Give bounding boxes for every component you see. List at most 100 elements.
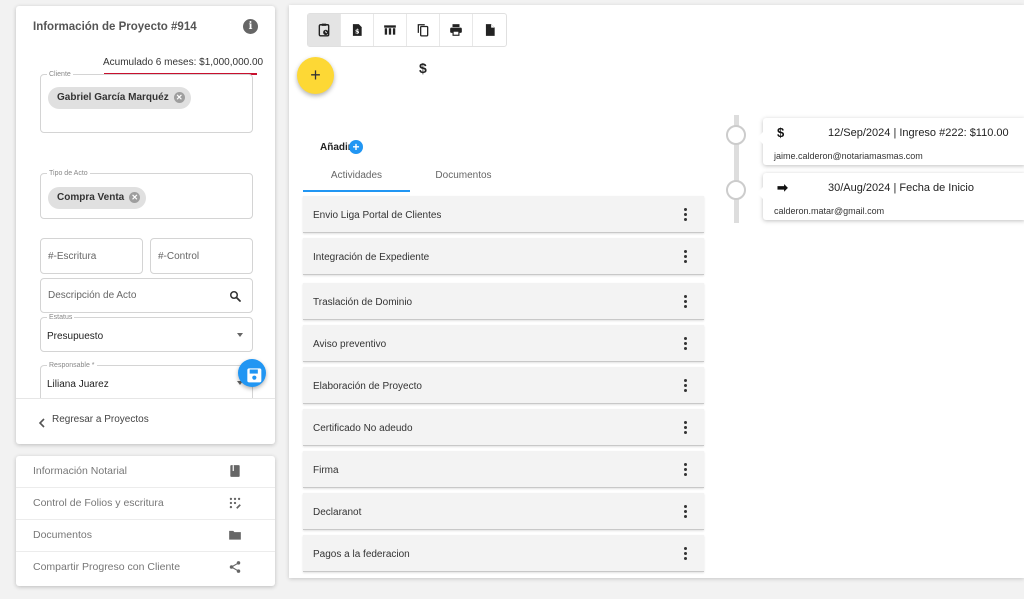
activity-label: Elaboración de Proyecto	[313, 381, 422, 392]
more-vert-icon[interactable]	[681, 295, 689, 309]
more-vert-icon[interactable]	[681, 208, 689, 222]
add-button[interactable]: +	[297, 57, 334, 94]
list-item[interactable]: Firma	[303, 451, 704, 488]
estatus-legend: Estatus	[47, 313, 75, 322]
list-item[interactable]: Aviso preventivo	[303, 325, 704, 362]
back-to-projects-link[interactable]: Regresar a Proyectos	[52, 414, 149, 425]
tab-actividades[interactable]: Actividades	[303, 165, 410, 192]
timeline-pointer	[757, 132, 763, 144]
more-vert-icon[interactable]	[681, 337, 689, 351]
more-vert-icon[interactable]	[681, 421, 689, 435]
responsable-value: Liliana Juarez	[47, 379, 109, 390]
more-vert-icon[interactable]	[681, 250, 689, 264]
activity-label: Declaranot	[313, 507, 362, 518]
toolbar-copy-button[interactable]	[407, 14, 440, 46]
add-activity-button[interactable]: +	[349, 140, 363, 154]
timeline-entry[interactable]: $ 12/Sep/2024 | Ingreso #222: $110.00 ja…	[757, 118, 1024, 165]
more-vert-icon[interactable]	[681, 547, 689, 561]
table-icon	[384, 25, 396, 35]
menu-item-label: Compartir Progreso con Cliente	[33, 561, 181, 573]
control-placeholder: #-Control	[158, 251, 200, 262]
menu-item-documentos[interactable]: Documentos	[16, 520, 275, 552]
tipo-acto-field[interactable]: Tipo de Acto Compra Venta ✕	[40, 169, 253, 219]
responsable-select[interactable]: Responsable * Liliana Juarez	[40, 361, 253, 398]
menu-item-label: Control de Folios y escritura	[33, 497, 164, 509]
dollar-icon: $	[777, 125, 785, 140]
list-item[interactable]: Envio Liga Portal de Clientes	[303, 196, 704, 233]
main-panel: $ + $ Añadir + Actividades Documentos En…	[289, 5, 1024, 578]
descripcion-placeholder: Descripción de Acto	[48, 290, 137, 301]
menu-item-compartir-progreso[interactable]: Compartir Progreso con Cliente	[16, 552, 275, 584]
timeline-dot	[726, 125, 746, 145]
tipo-acto-chip[interactable]: Compra Venta ✕	[48, 187, 147, 209]
tipo-acto-chip-label: Compra Venta	[57, 192, 125, 203]
card-divider	[16, 398, 275, 399]
descripcion-field[interactable]: Descripción de Acto	[40, 278, 253, 313]
responsable-legend: Responsable *	[47, 361, 97, 370]
folder-icon	[229, 530, 241, 540]
chip-remove-icon[interactable]: ✕	[173, 92, 185, 103]
activity-label: Aviso preventivo	[313, 339, 387, 350]
menu-item-control-folios[interactable]: Control de Folios y escritura	[16, 488, 275, 520]
cliente-chip-label: Gabriel García Marquéz	[57, 92, 169, 103]
activity-label: Firma	[313, 465, 339, 476]
timeline-entry[interactable]: ➡ 30/Aug/2024 | Fecha de Inicio calderon…	[757, 173, 1024, 220]
toolbar-file-button[interactable]	[473, 14, 506, 46]
activity-label: Certificado No adeudo	[313, 423, 413, 434]
list-item[interactable]: Pagos a la federacion	[303, 535, 704, 572]
accumulated-total: Acumulado 6 meses: $1,000,000.00	[103, 57, 264, 68]
list-item[interactable]: Certificado No adeudo	[303, 409, 704, 446]
list-item[interactable]: Traslación de Dominio	[303, 283, 704, 320]
toolbar-print-button[interactable]	[440, 14, 473, 46]
more-vert-icon[interactable]	[681, 379, 689, 393]
toolbar-table-button[interactable]	[374, 14, 407, 46]
menu-item-label: Documentos	[33, 529, 92, 541]
save-button[interactable]	[238, 359, 266, 387]
info-icon[interactable]: i	[243, 19, 258, 34]
list-item[interactable]: Integración de Expediente	[303, 238, 704, 275]
activity-tabs: Actividades Documentos	[303, 165, 704, 192]
list-item[interactable]: Declaranot	[303, 493, 704, 530]
escritura-field[interactable]: #-Escritura	[40, 238, 143, 274]
activity-label: Integración de Expediente	[313, 252, 430, 263]
toolbar-payments-button[interactable]: $	[341, 14, 374, 46]
toolbar: $	[307, 13, 507, 47]
cliente-chip[interactable]: Gabriel García Marquéz ✕	[48, 87, 191, 109]
list-item[interactable]: Elaboración de Proyecto	[303, 367, 704, 404]
arrow-right-icon: ➡	[777, 180, 788, 195]
chevron-left-icon[interactable]	[38, 418, 46, 428]
dial-pad-icon	[229, 497, 241, 509]
control-field[interactable]: #-Control	[150, 238, 253, 274]
print-icon	[450, 24, 462, 36]
timeline-entry-title: 12/Sep/2024 | Ingreso #222: $110.00	[828, 127, 1009, 139]
document-dollar-icon: $	[352, 24, 362, 36]
menu-item-label: Información Notarial	[33, 465, 127, 477]
toolbar-activities-button[interactable]	[308, 14, 341, 46]
timeline-pointer	[757, 187, 763, 199]
dollar-icon: $	[419, 60, 427, 76]
more-vert-icon[interactable]	[681, 505, 689, 519]
timeline-dot	[726, 180, 746, 200]
cliente-field[interactable]: Cliente Gabriel García Marquéz ✕	[40, 70, 253, 133]
estatus-select[interactable]: Estatus Presupuesto	[40, 313, 253, 352]
activity-label: Traslación de Dominio	[313, 297, 413, 308]
plus-icon: +	[310, 65, 321, 85]
project-info-card: Información de Proyecto #914 i Acumulado…	[16, 6, 275, 444]
cliente-legend: Cliente	[47, 70, 73, 79]
menu-item-informacion-notarial[interactable]: Información Notarial	[16, 456, 275, 488]
activity-label: Pagos a la federacion	[313, 549, 410, 560]
activity-label: Envio Liga Portal de Clientes	[313, 210, 442, 221]
more-vert-icon[interactable]	[681, 463, 689, 477]
project-title: Información de Proyecto #914	[33, 21, 197, 33]
chip-remove-icon[interactable]: ✕	[129, 192, 141, 203]
project-menu: Información Notarial Control de Folios y…	[16, 456, 275, 586]
clipboard-clock-icon	[318, 23, 330, 37]
copy-icon	[417, 24, 429, 37]
chevron-down-icon[interactable]	[237, 333, 243, 337]
search-icon[interactable]	[229, 290, 241, 302]
tab-documentos[interactable]: Documentos	[410, 165, 517, 192]
file-icon	[485, 24, 495, 36]
add-activity-label: Añadir	[320, 142, 352, 153]
share-icon	[229, 561, 241, 573]
save-icon	[247, 368, 262, 383]
